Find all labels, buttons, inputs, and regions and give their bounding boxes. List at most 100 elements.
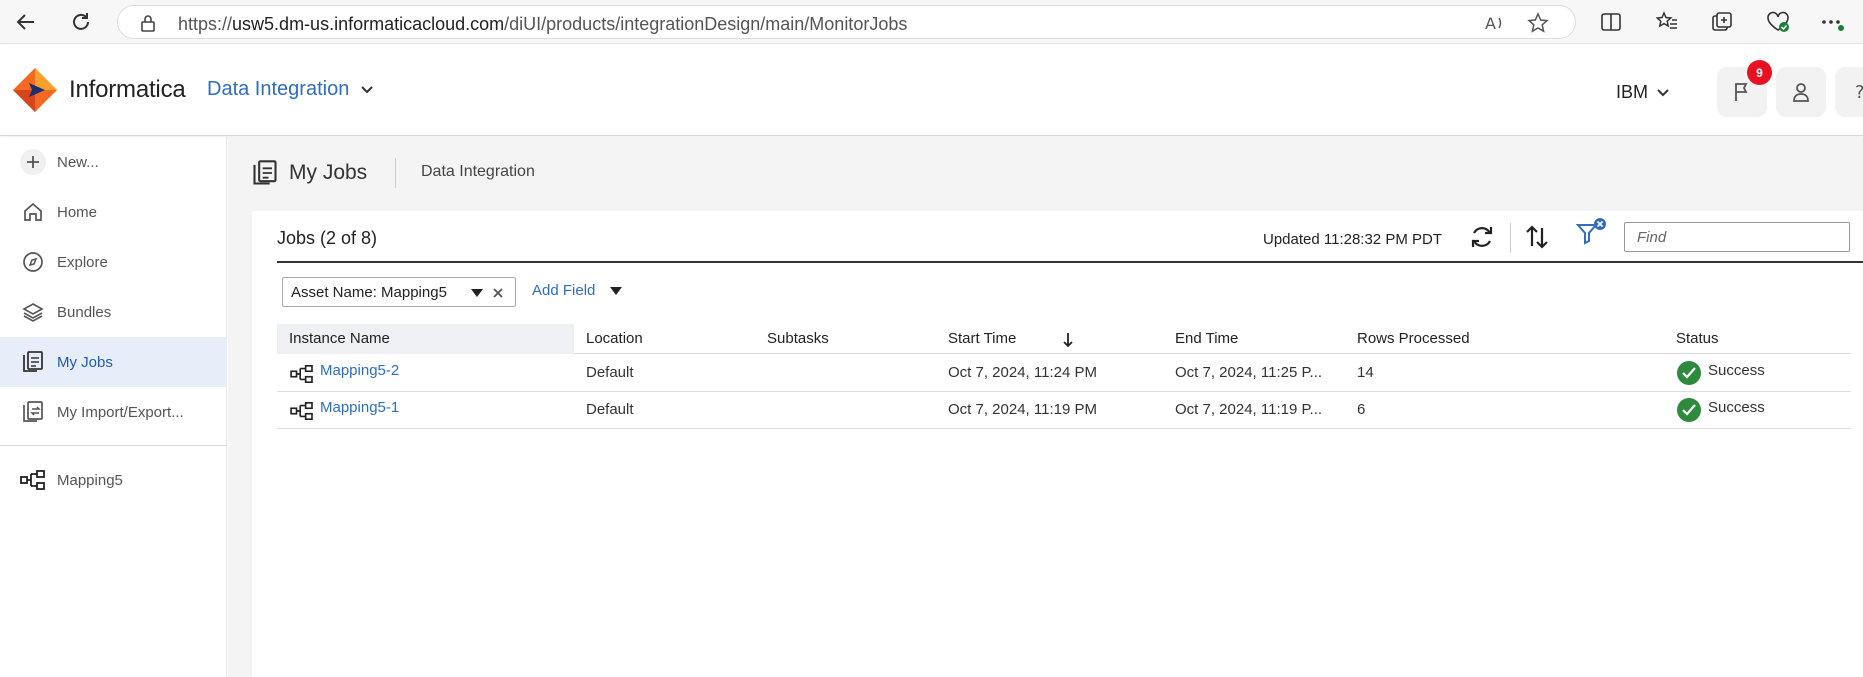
add-field-button[interactable]: Add Field [532, 282, 622, 299]
sidebar-item-bundles[interactable]: Bundles [0, 287, 227, 337]
plus-icon [20, 149, 46, 175]
cell-rows-processed: 14 [1357, 364, 1374, 381]
mapping-icon [289, 364, 315, 384]
jobs-panel: Jobs (2 of 8) Updated 11:28:32 PM PDT As… [252, 211, 1863, 677]
more-options-icon[interactable] [1818, 8, 1846, 36]
cell-start-time: Oct 7, 2024, 11:24 PM [948, 364, 1097, 381]
mapping-icon [289, 401, 315, 421]
brand-name: Informatica [69, 76, 186, 103]
toolbar-divider [1510, 223, 1511, 253]
import-export-icon [20, 399, 46, 425]
split-screen-icon[interactable] [1597, 8, 1625, 36]
filter-chip[interactable]: Asset Name: Mapping5 [282, 277, 516, 307]
address-bar[interactable]: https://usw5.dm-us.informaticacloud.com/… [117, 5, 1576, 39]
cell-status: Success [1708, 399, 1765, 416]
lock-icon[interactable] [140, 14, 156, 32]
sidebar: New... Home Explore Bundles My Jobs My I… [0, 137, 227, 677]
favorite-star-icon[interactable] [1527, 12, 1549, 34]
header-rule [277, 261, 1863, 263]
sidebar-item-mapping5[interactable]: Mapping5 [0, 455, 227, 505]
cell-end-time: Oct 7, 2024, 11:19 P... [1175, 401, 1323, 418]
main-content: My Jobs Data Integration Jobs (2 of 8) U… [228, 137, 1863, 677]
table-header-row: Instance Name Location Subtasks Start Ti… [277, 324, 1851, 354]
org-name: IBM [1616, 82, 1649, 102]
app-switcher[interactable]: Data Integration [207, 78, 373, 101]
cell-status: Success [1708, 362, 1765, 379]
informatica-logo-icon[interactable] [12, 67, 58, 113]
success-check-icon [1677, 361, 1701, 385]
updated-timestamp: Updated 11:28:32 PM PDT [1263, 231, 1442, 248]
breadcrumb[interactable]: Data Integration [421, 163, 535, 181]
instance-name-link[interactable]: Mapping5-2 [320, 362, 399, 379]
chevron-down-icon [361, 86, 373, 94]
org-switcher[interactable]: IBM [1616, 82, 1669, 103]
sidebar-item-my-jobs[interactable]: My Jobs [0, 337, 227, 387]
dropdown-arrow-icon [609, 287, 622, 296]
sort-descending-icon[interactable] [1062, 332, 1074, 348]
browser-essentials-icon[interactable] [1764, 8, 1792, 36]
jobs-count-title: Jobs (2 of 8) [277, 228, 378, 248]
jobs-icon [251, 159, 279, 187]
column-header-start-time[interactable]: Start Time [948, 330, 1016, 347]
column-header-status[interactable]: Status [1676, 330, 1719, 347]
sidebar-item-label: Home [57, 203, 98, 221]
cell-location: Default [586, 364, 634, 381]
cell-start-time: Oct 7, 2024, 11:19 PM [948, 401, 1097, 418]
flag-icon [1733, 82, 1751, 102]
cell-location: Default [586, 401, 634, 418]
notification-badge: 9 [1747, 60, 1772, 85]
find-input[interactable] [1624, 222, 1850, 252]
table-row: Mapping5-1 Default Oct 7, 2024, 11:19 PM… [277, 392, 1851, 429]
mapping-icon [20, 467, 46, 493]
collections-icon[interactable] [1708, 8, 1736, 36]
svg-text:A: A [1485, 14, 1496, 33]
sidebar-item-new[interactable]: New... [0, 137, 227, 187]
add-field-label: Add Field [532, 282, 596, 299]
back-arrow-icon[interactable] [12, 8, 40, 36]
sidebar-divider [0, 445, 227, 446]
svg-text:?: ? [1855, 82, 1863, 102]
sidebar-item-label: New... [57, 153, 99, 171]
instance-name-link[interactable]: Mapping5-1 [320, 399, 399, 416]
success-check-icon [1677, 398, 1701, 422]
sidebar-item-label: Explore [57, 253, 108, 271]
filter-chip-label: Asset Name: Mapping5 [291, 284, 447, 301]
close-icon[interactable] [492, 287, 504, 299]
layers-icon [20, 299, 46, 325]
column-header-instance-name[interactable]: Instance Name [289, 330, 390, 347]
column-header-subtasks[interactable]: Subtasks [767, 330, 829, 347]
column-header-location[interactable]: Location [586, 330, 643, 347]
page-title: My Jobs [289, 161, 368, 184]
home-icon [20, 199, 46, 225]
url-text[interactable]: https://usw5.dm-us.informaticacloud.com/… [178, 14, 907, 35]
read-aloud-icon[interactable]: A [1484, 13, 1506, 33]
sidebar-item-home[interactable]: Home [0, 187, 227, 237]
chevron-down-icon [1657, 89, 1669, 97]
title-divider [395, 158, 396, 188]
favorites-icon[interactable] [1653, 8, 1681, 36]
user-icon [1792, 82, 1810, 102]
sidebar-item-my-import-export[interactable]: My Import/Export... [0, 387, 227, 437]
sort-icon[interactable] [1525, 224, 1549, 250]
sidebar-item-label: Mapping5 [57, 471, 123, 489]
sidebar-item-explore[interactable]: Explore [0, 237, 227, 287]
dropdown-arrow-icon[interactable] [471, 289, 483, 297]
filter-clear-icon[interactable] [1576, 217, 1608, 247]
user-profile-button[interactable] [1776, 67, 1826, 117]
url-path: /diUI/products/integrationDesign/main/Mo… [504, 14, 908, 34]
refresh-icon[interactable] [67, 8, 95, 36]
browser-toolbar: https://usw5.dm-us.informaticacloud.com/… [0, 0, 1863, 44]
cell-rows-processed: 6 [1357, 401, 1366, 418]
table-row: Mapping5-2 Default Oct 7, 2024, 11:24 PM… [277, 355, 1851, 392]
help-button[interactable]: ? [1835, 67, 1863, 117]
help-icon: ? [1853, 82, 1863, 102]
sidebar-item-label: My Jobs [57, 353, 113, 371]
jobs-icon [20, 349, 46, 375]
cell-end-time: Oct 7, 2024, 11:25 P... [1175, 364, 1323, 381]
column-header-end-time[interactable]: End Time [1175, 330, 1238, 347]
column-header-rows-processed[interactable]: Rows Processed [1357, 330, 1470, 347]
refresh-icon[interactable] [1468, 223, 1496, 251]
app-header: Informatica Data Integration IBM 9 ? [0, 45, 1863, 136]
url-domain: usw5.dm-us.informaticacloud.com [232, 14, 505, 34]
app-name: Data Integration [207, 78, 350, 100]
